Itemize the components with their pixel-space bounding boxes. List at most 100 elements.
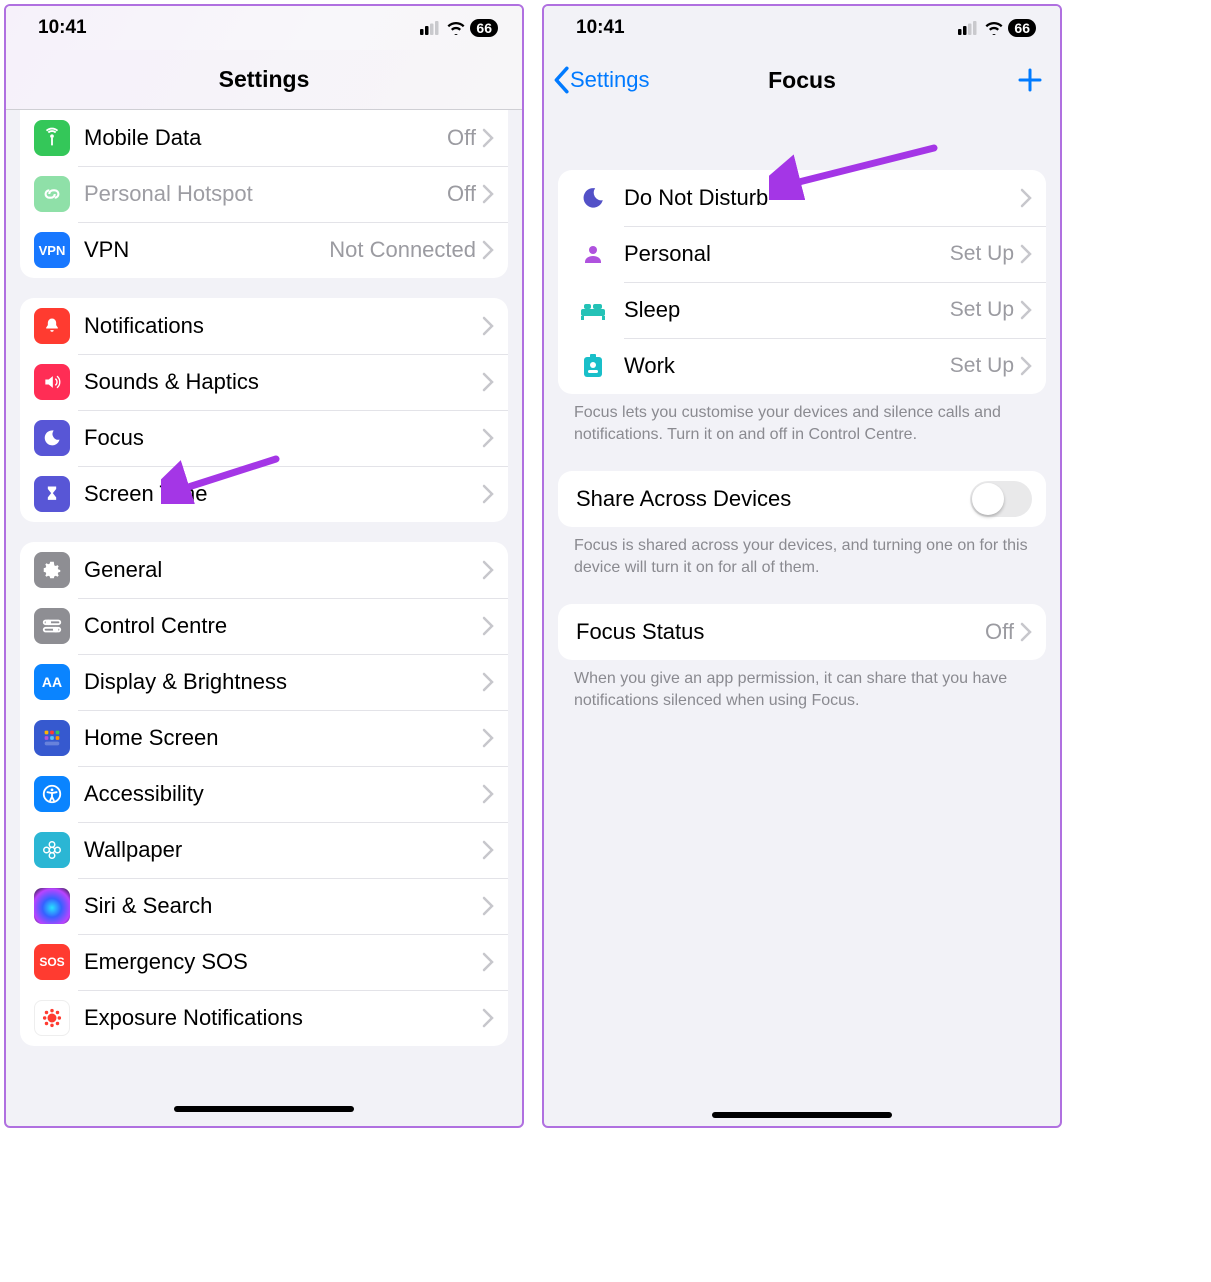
row-work[interactable]: Work Set Up (558, 338, 1046, 394)
badge-icon (572, 353, 614, 379)
wifi-icon (984, 21, 1004, 35)
nav-bar: Settings Focus (544, 50, 1060, 110)
group-connectivity: Mobile Data Off Personal Hotspot Off VPN… (20, 110, 508, 278)
chevron-right-icon (1020, 244, 1032, 264)
row-label: Siri & Search (84, 893, 482, 919)
row-wallpaper[interactable]: Wallpaper (20, 822, 508, 878)
row-control-centre[interactable]: Control Centre (20, 598, 508, 654)
bed-icon (572, 299, 614, 321)
plus-icon (1016, 66, 1044, 94)
row-screen-time[interactable]: Screen Time (20, 466, 508, 522)
status-time: 10:41 (38, 17, 87, 39)
vpn-icon: VPN (34, 232, 70, 268)
row-label: Display & Brightness (84, 669, 482, 695)
settings-list[interactable]: Mobile Data Off Personal Hotspot Off VPN… (6, 110, 522, 1126)
chevron-right-icon (1020, 356, 1032, 376)
row-siri[interactable]: Siri & Search (20, 878, 508, 934)
group-focus-modes: Do Not Disturb Personal Set Up Sleep Set… (558, 170, 1046, 394)
row-notifications[interactable]: Notifications (20, 298, 508, 354)
row-label: General (84, 557, 482, 583)
wifi-icon (446, 21, 466, 35)
chevron-right-icon (1020, 300, 1032, 320)
chevron-right-icon (482, 840, 494, 860)
nav-bar: Settings (6, 50, 522, 110)
group-alerts: Notifications Sounds & Haptics Focus (20, 298, 508, 522)
row-label: Personal Hotspot (84, 181, 447, 207)
row-label: Sounds & Haptics (84, 369, 482, 395)
home-indicator[interactable] (712, 1112, 892, 1118)
row-label: Focus (84, 425, 482, 451)
siri-icon (34, 888, 70, 924)
gear-icon (34, 552, 70, 588)
row-value: Set Up (950, 354, 1014, 378)
flower-icon (34, 832, 70, 868)
row-focus[interactable]: Focus (20, 410, 508, 466)
antenna-icon (34, 120, 70, 156)
battery-level: 66 (470, 19, 498, 37)
person-icon (572, 242, 614, 266)
chevron-right-icon (482, 1008, 494, 1028)
chevron-right-icon (482, 896, 494, 916)
share-toggle[interactable] (970, 481, 1032, 517)
chevron-right-icon (482, 484, 494, 504)
row-accessibility[interactable]: Accessibility (20, 766, 508, 822)
row-sleep[interactable]: Sleep Set Up (558, 282, 1046, 338)
sliders-icon (34, 608, 70, 644)
row-focus-status[interactable]: Focus Status Off (558, 604, 1046, 660)
chevron-right-icon (482, 560, 494, 580)
share-footer: Focus is shared across your devices, and… (544, 527, 1060, 578)
add-button[interactable] (1016, 50, 1044, 110)
hourglass-icon (34, 476, 70, 512)
row-home-screen[interactable]: Home Screen (20, 710, 508, 766)
status-bar: 10:41 66 (6, 6, 522, 50)
status-icons: 66 (420, 19, 498, 37)
bell-icon (34, 308, 70, 344)
link-icon (34, 176, 70, 212)
chevron-right-icon (482, 184, 494, 204)
focus-list[interactable]: Do Not Disturb Personal Set Up Sleep Set… (544, 110, 1060, 1126)
modes-footer: Focus lets you customise your devices an… (544, 394, 1060, 445)
group-share: Share Across Devices (558, 471, 1046, 527)
row-label: Mobile Data (84, 125, 447, 151)
exposure-icon (34, 1000, 70, 1036)
row-exposure[interactable]: Exposure Notifications (20, 990, 508, 1046)
row-label: Wallpaper (84, 837, 482, 863)
row-display[interactable]: AA Display & Brightness (20, 654, 508, 710)
row-vpn[interactable]: VPN VPN Not Connected (20, 222, 508, 278)
row-label: Sleep (624, 297, 950, 323)
row-mobile-data[interactable]: Mobile Data Off (20, 110, 508, 166)
apps-grid-icon (34, 720, 70, 756)
sos-icon: SOS (34, 944, 70, 980)
page-title: Focus (768, 67, 836, 94)
status-footer: When you give an app permission, it can … (544, 660, 1060, 711)
accessibility-icon (34, 776, 70, 812)
back-button[interactable]: Settings (552, 50, 650, 110)
moon-icon (572, 185, 614, 211)
row-label: Accessibility (84, 781, 482, 807)
row-share-devices[interactable]: Share Across Devices (558, 471, 1046, 527)
chevron-right-icon (1020, 188, 1032, 208)
row-personal-hotspot[interactable]: Personal Hotspot Off (20, 166, 508, 222)
chevron-right-icon (482, 616, 494, 636)
row-sos[interactable]: SOS Emergency SOS (20, 934, 508, 990)
row-label: Share Across Devices (576, 486, 970, 512)
row-label: Emergency SOS (84, 949, 482, 975)
row-dnd[interactable]: Do Not Disturb (558, 170, 1046, 226)
row-label: Do Not Disturb (624, 185, 1020, 211)
back-label: Settings (570, 67, 650, 93)
row-personal[interactable]: Personal Set Up (558, 226, 1046, 282)
chevron-right-icon (482, 784, 494, 804)
group-status: Focus Status Off (558, 604, 1046, 660)
row-label: Focus Status (576, 619, 985, 645)
chevron-right-icon (482, 428, 494, 448)
home-indicator[interactable] (174, 1106, 354, 1112)
chevron-left-icon (552, 66, 570, 94)
row-sounds[interactable]: Sounds & Haptics (20, 354, 508, 410)
moon-icon (34, 420, 70, 456)
cellular-icon (958, 21, 980, 35)
status-bar: 10:41 66 (544, 6, 1060, 50)
row-value: Off (447, 181, 476, 207)
row-general[interactable]: General (20, 542, 508, 598)
status-time: 10:41 (576, 17, 625, 39)
row-value: Off (985, 619, 1014, 645)
